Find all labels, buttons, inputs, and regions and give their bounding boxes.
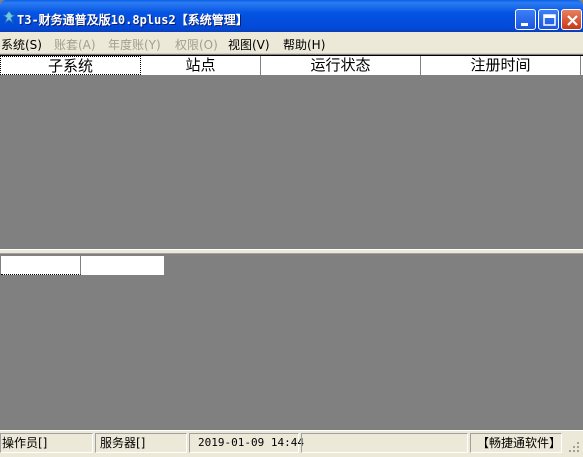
- status-operator: 操作员[]: [0, 433, 93, 453]
- column-header-status[interactable]: 运行状态: [261, 56, 421, 75]
- window-title: T3-财务通普及版10.8plus2【系统管理】: [17, 13, 248, 27]
- status-server: 服务器[]: [95, 433, 187, 453]
- close-icon: [567, 15, 578, 26]
- status-bar: 操作员[] 服务器[] 2019-01-09 14:44 【畅捷通软件】: [0, 430, 583, 457]
- pane-splitter[interactable]: [0, 249, 583, 254]
- subsystem-grid-header: 子系统 站点 运行状态 注册时间: [0, 55, 583, 76]
- maximize-icon: [543, 14, 556, 26]
- menu-help[interactable]: 帮助(H): [283, 36, 325, 53]
- menu-view[interactable]: 视图(V): [228, 36, 270, 53]
- column-header-site[interactable]: 站点: [141, 56, 261, 75]
- task-column-header-1[interactable]: [1, 256, 81, 275]
- menu-permissions[interactable]: 权限(O): [175, 36, 218, 53]
- menu-system[interactable]: 系统(S): [1, 36, 42, 53]
- app-logo-icon: [2, 10, 16, 24]
- menu-account-set[interactable]: 账套(A): [54, 36, 96, 53]
- resize-grip-icon[interactable]: [566, 439, 580, 453]
- menu-annual-account[interactable]: 年度账(Y): [108, 36, 161, 53]
- task-grid-header: [0, 255, 165, 276]
- minimize-button[interactable]: [515, 9, 536, 30]
- column-header-subsystem[interactable]: 子系统: [0, 56, 141, 75]
- column-header-register-time[interactable]: 注册时间: [421, 56, 581, 75]
- status-datetime: 2019-01-09 14:44: [189, 433, 304, 453]
- title-bar[interactable]: T3-财务通普及版10.8plus2【系统管理】: [0, 0, 583, 32]
- maximize-button[interactable]: [538, 9, 559, 30]
- close-button[interactable]: [561, 9, 582, 30]
- status-empty-panel: [301, 433, 468, 453]
- task-column-header-2[interactable]: [81, 256, 165, 275]
- menu-bar: 系统(S) 账套(A) 年度账(Y) 权限(O) 视图(V) 帮助(H): [0, 32, 583, 54]
- status-brand: 【畅捷通软件】: [470, 433, 562, 453]
- minimize-icon: [521, 23, 528, 26]
